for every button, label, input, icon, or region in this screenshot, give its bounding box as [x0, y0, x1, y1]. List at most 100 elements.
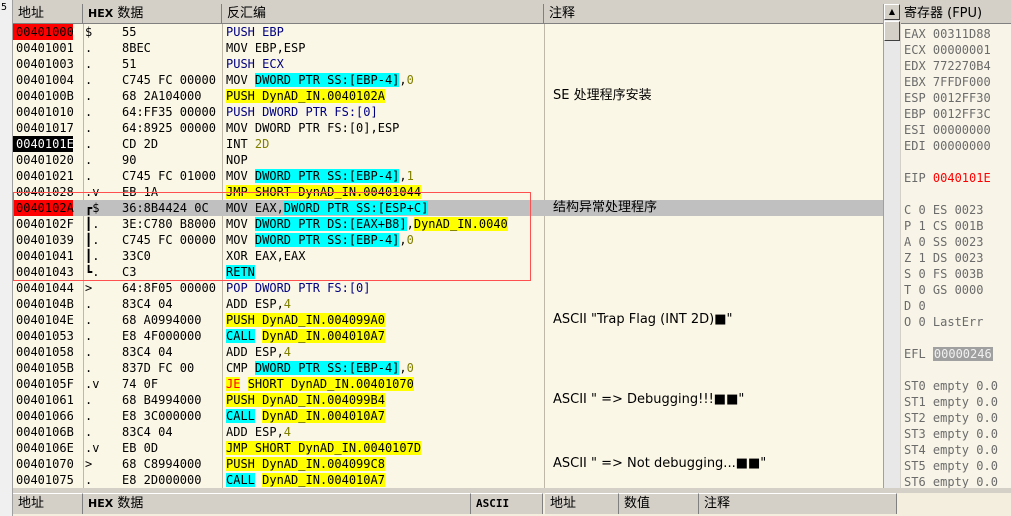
- instruction-token: PUSH DynAD_IN.0040102A: [226, 89, 385, 103]
- disassembly-row[interactable]: 00401003. 51 PUSH ECX: [13, 56, 883, 72]
- disassembly-row[interactable]: 00401070 >68 C8994000 PUSH DynAD_IN.004099…: [13, 456, 883, 472]
- row-disassembly: JMP SHORT DynAD_IN.0040107D: [226, 440, 542, 456]
- disassembly-row[interactable]: 00401020. 90 NOP: [13, 152, 883, 168]
- disassembly-row[interactable]: 0040100B. 68 2A104000 PUSH DynAD_IN.004010…: [13, 88, 883, 104]
- registers-pane[interactable]: 寄存器 (FPU) EAX 00311D88 ECX 00000001 EDX 77…: [901, 4, 1011, 488]
- instruction-token: DynAD_IN.004010A7: [262, 473, 385, 487]
- row-address: 00401058: [16, 345, 74, 359]
- column-header-disassembly-label: 反汇编: [227, 6, 267, 21]
- row-address: 0040106E: [16, 441, 74, 455]
- row-disassembly: PUSH ECX: [226, 56, 542, 72]
- stack-header-comment[interactable]: 注释: [699, 493, 897, 514]
- disassembly-row[interactable]: 0040106E .v EB 0D JMP SHORT DynAD_IN.004010…: [13, 440, 883, 456]
- register-line[interactable]: ST3 empty 0.0: [904, 426, 998, 442]
- instruction-token: ADD ESP,: [226, 297, 284, 311]
- memory-dump-pane[interactable]: 地址 HEX 数据 ASCII 地址 数值 注释: [13, 493, 1011, 516]
- column-header-address[interactable]: 地址: [13, 4, 83, 24]
- row-disassembly: JE SHORT DynAD_IN.00401070: [226, 376, 542, 392]
- register-line[interactable]: EFL 00000246: [904, 346, 993, 362]
- register-line[interactable]: ST4 empty 0.0: [904, 442, 998, 458]
- register-line[interactable]: EAX 00311D88: [904, 26, 991, 42]
- disassembly-row[interactable]: 00401075. E8 2D000000 CALL DynAD_IN.004010…: [13, 472, 883, 488]
- disassembly-row[interactable]: 0040106B. 83C4 04 ADD ESP,4: [13, 424, 883, 440]
- row-address: 00401003: [16, 57, 74, 71]
- disassembly-row[interactable]: 00401058. 83C4 04 ADD ESP,4: [13, 344, 883, 360]
- register-line[interactable]: ST0 empty 0.0: [904, 378, 998, 394]
- disassembly-row[interactable]: 0040101E. CD 2D INT 2D: [13, 136, 883, 152]
- scroll-thumb[interactable]: [884, 21, 900, 41]
- column-header-comment[interactable]: 注释: [544, 4, 883, 24]
- instruction-token: JMP SHORT DynAD_IN.0040107D: [226, 441, 422, 455]
- register-line[interactable]: D 0: [904, 298, 926, 314]
- instruction-token: ,: [399, 361, 407, 375]
- disassembly-row[interactable]: 00401004. C745 FC 00000 MOV DWORD PTR SS:[…: [13, 72, 883, 88]
- register-line[interactable]: Z 1 DS 0023: [904, 250, 983, 266]
- register-line[interactable]: P 1 CS 001B: [904, 218, 983, 234]
- register-line[interactable]: ECX 00000001: [904, 42, 991, 58]
- disassembly-row[interactable]: 0040104B. 83C4 04 ADD ESP,4: [13, 296, 883, 312]
- row-jump-marker: .: [85, 105, 93, 119]
- disassembly-row[interactable]: 00401001. 8BEC MOV EBP,ESP: [13, 40, 883, 56]
- register-text: C 0 ES 0023: [904, 203, 984, 217]
- scroll-up-arrow-icon[interactable]: ▲: [884, 4, 900, 20]
- register-line[interactable]: A 0 SS 0023: [904, 234, 983, 250]
- register-line[interactable]: O 0 LastErr: [904, 314, 983, 330]
- register-line[interactable]: ESP 0012FF30: [904, 90, 991, 106]
- disassembly-row[interactable]: 0040105F .v 74 0F JE SHORT DynAD_IN.0040107…: [13, 376, 883, 392]
- row-disassembly: ADD ESP,4: [226, 424, 542, 440]
- registers-header[interactable]: 寄存器 (FPU): [901, 4, 1011, 24]
- row-disassembly: PUSH DynAD_IN.004099B4: [226, 392, 542, 408]
- row-hex-bytes: 51: [122, 57, 137, 71]
- disassembly-row[interactable]: 00401053. E8 4F000000 CALL DynAD_IN.004010…: [13, 328, 883, 344]
- instruction-token: PUSH EBP: [226, 25, 284, 39]
- column-header-comment-label: 注释: [549, 6, 576, 21]
- row-address: 0040101E: [13, 136, 74, 152]
- register-line[interactable]: T 0 GS 0000: [904, 282, 983, 298]
- stack-header-address[interactable]: 地址: [545, 493, 619, 514]
- instruction-token: ADD ESP,: [226, 425, 284, 439]
- row-jump-marker: .: [85, 41, 93, 55]
- row-address: 0040105B: [16, 361, 74, 375]
- column-header-disassembly[interactable]: 反汇编: [222, 4, 544, 24]
- disassembly-row[interactable]: 0040104E. 68 A0994000 PUSH DynAD_IN.004099…: [13, 312, 883, 328]
- row-address: 00401066: [16, 409, 74, 423]
- row-comment: ASCII " => Debugging!!!■■": [553, 392, 745, 407]
- dump-header-ascii[interactable]: ASCII: [471, 493, 543, 514]
- register-line[interactable]: S 0 FS 003B: [904, 266, 983, 282]
- register-line[interactable]: EBP 0012FF3C: [904, 106, 991, 122]
- instruction-token: CMP: [226, 361, 255, 375]
- disassembly-row[interactable]: 00401061. 68 B4994000 PUSH DynAD_IN.004099…: [13, 392, 883, 408]
- stack-header-value[interactable]: 数值: [619, 493, 699, 514]
- disassembly-vertical-scrollbar[interactable]: ▲: [883, 4, 900, 488]
- register-line[interactable]: ST5 empty 0.0: [904, 458, 998, 474]
- register-line[interactable]: C 0 ES 0023: [904, 202, 983, 218]
- row-hex-bytes: E8 2D000000: [122, 473, 202, 487]
- register-line[interactable]: ESI 00000000: [904, 122, 991, 138]
- register-line[interactable]: ST6 empty 0.0: [904, 474, 998, 488]
- dump-header-hex[interactable]: HEX 数据: [83, 493, 471, 514]
- instruction-token: DWORD PTR SS:[EBP-4]: [254, 361, 400, 375]
- disassembly-row[interactable]: 0040105B. 837D FC 00 CMP DWORD PTR SS:[EBP…: [13, 360, 883, 376]
- row-hex-bytes: E8 3C000000: [122, 409, 202, 423]
- register-line[interactable]: ST1 empty 0.0: [904, 394, 998, 410]
- disassembly-row[interactable]: 00401017. 64:8925 00000 MOV DWORD PTR FS:[…: [13, 120, 883, 136]
- row-address: 0040104E: [16, 313, 74, 327]
- row-hex-bytes: CD 2D: [122, 137, 159, 151]
- disassembly-row[interactable]: 00401044 >64:8F05 00000 POP DWORD PTR FS:[…: [13, 280, 883, 296]
- row-hex-bytes: 8BEC: [122, 41, 151, 55]
- register-line[interactable]: EBX 7FFDF000: [904, 74, 991, 90]
- dump-header-address[interactable]: 地址: [13, 493, 83, 514]
- register-line[interactable]: ST2 empty 0.0: [904, 410, 998, 426]
- disassembly-row[interactable]: 00401021. C745 FC 01000 MOV DWORD PTR SS:[…: [13, 168, 883, 184]
- seh-handler-highlight-box: [13, 192, 531, 281]
- column-header-hex[interactable]: HEX 数据: [83, 4, 222, 24]
- register-line[interactable]: EDI 00000000: [904, 138, 991, 154]
- disassembly-row[interactable]: 00401010. 64:FF35 00000 PUSH DWORD PTR FS:…: [13, 104, 883, 120]
- disassembly-row[interactable]: 00401000 $55 PUSH EBP: [13, 24, 883, 40]
- disassembly-row[interactable]: 00401066. E8 3C000000 CALL DynAD_IN.004010…: [13, 408, 883, 424]
- row-comment: ASCII " => Not debugging...■■": [553, 456, 767, 471]
- row-hex-bytes: 55: [122, 25, 137, 39]
- register-line[interactable]: EIP 0040101E: [904, 170, 991, 186]
- register-line[interactable]: EDX 772270B4: [904, 58, 991, 74]
- row-disassembly: NOP: [226, 152, 542, 168]
